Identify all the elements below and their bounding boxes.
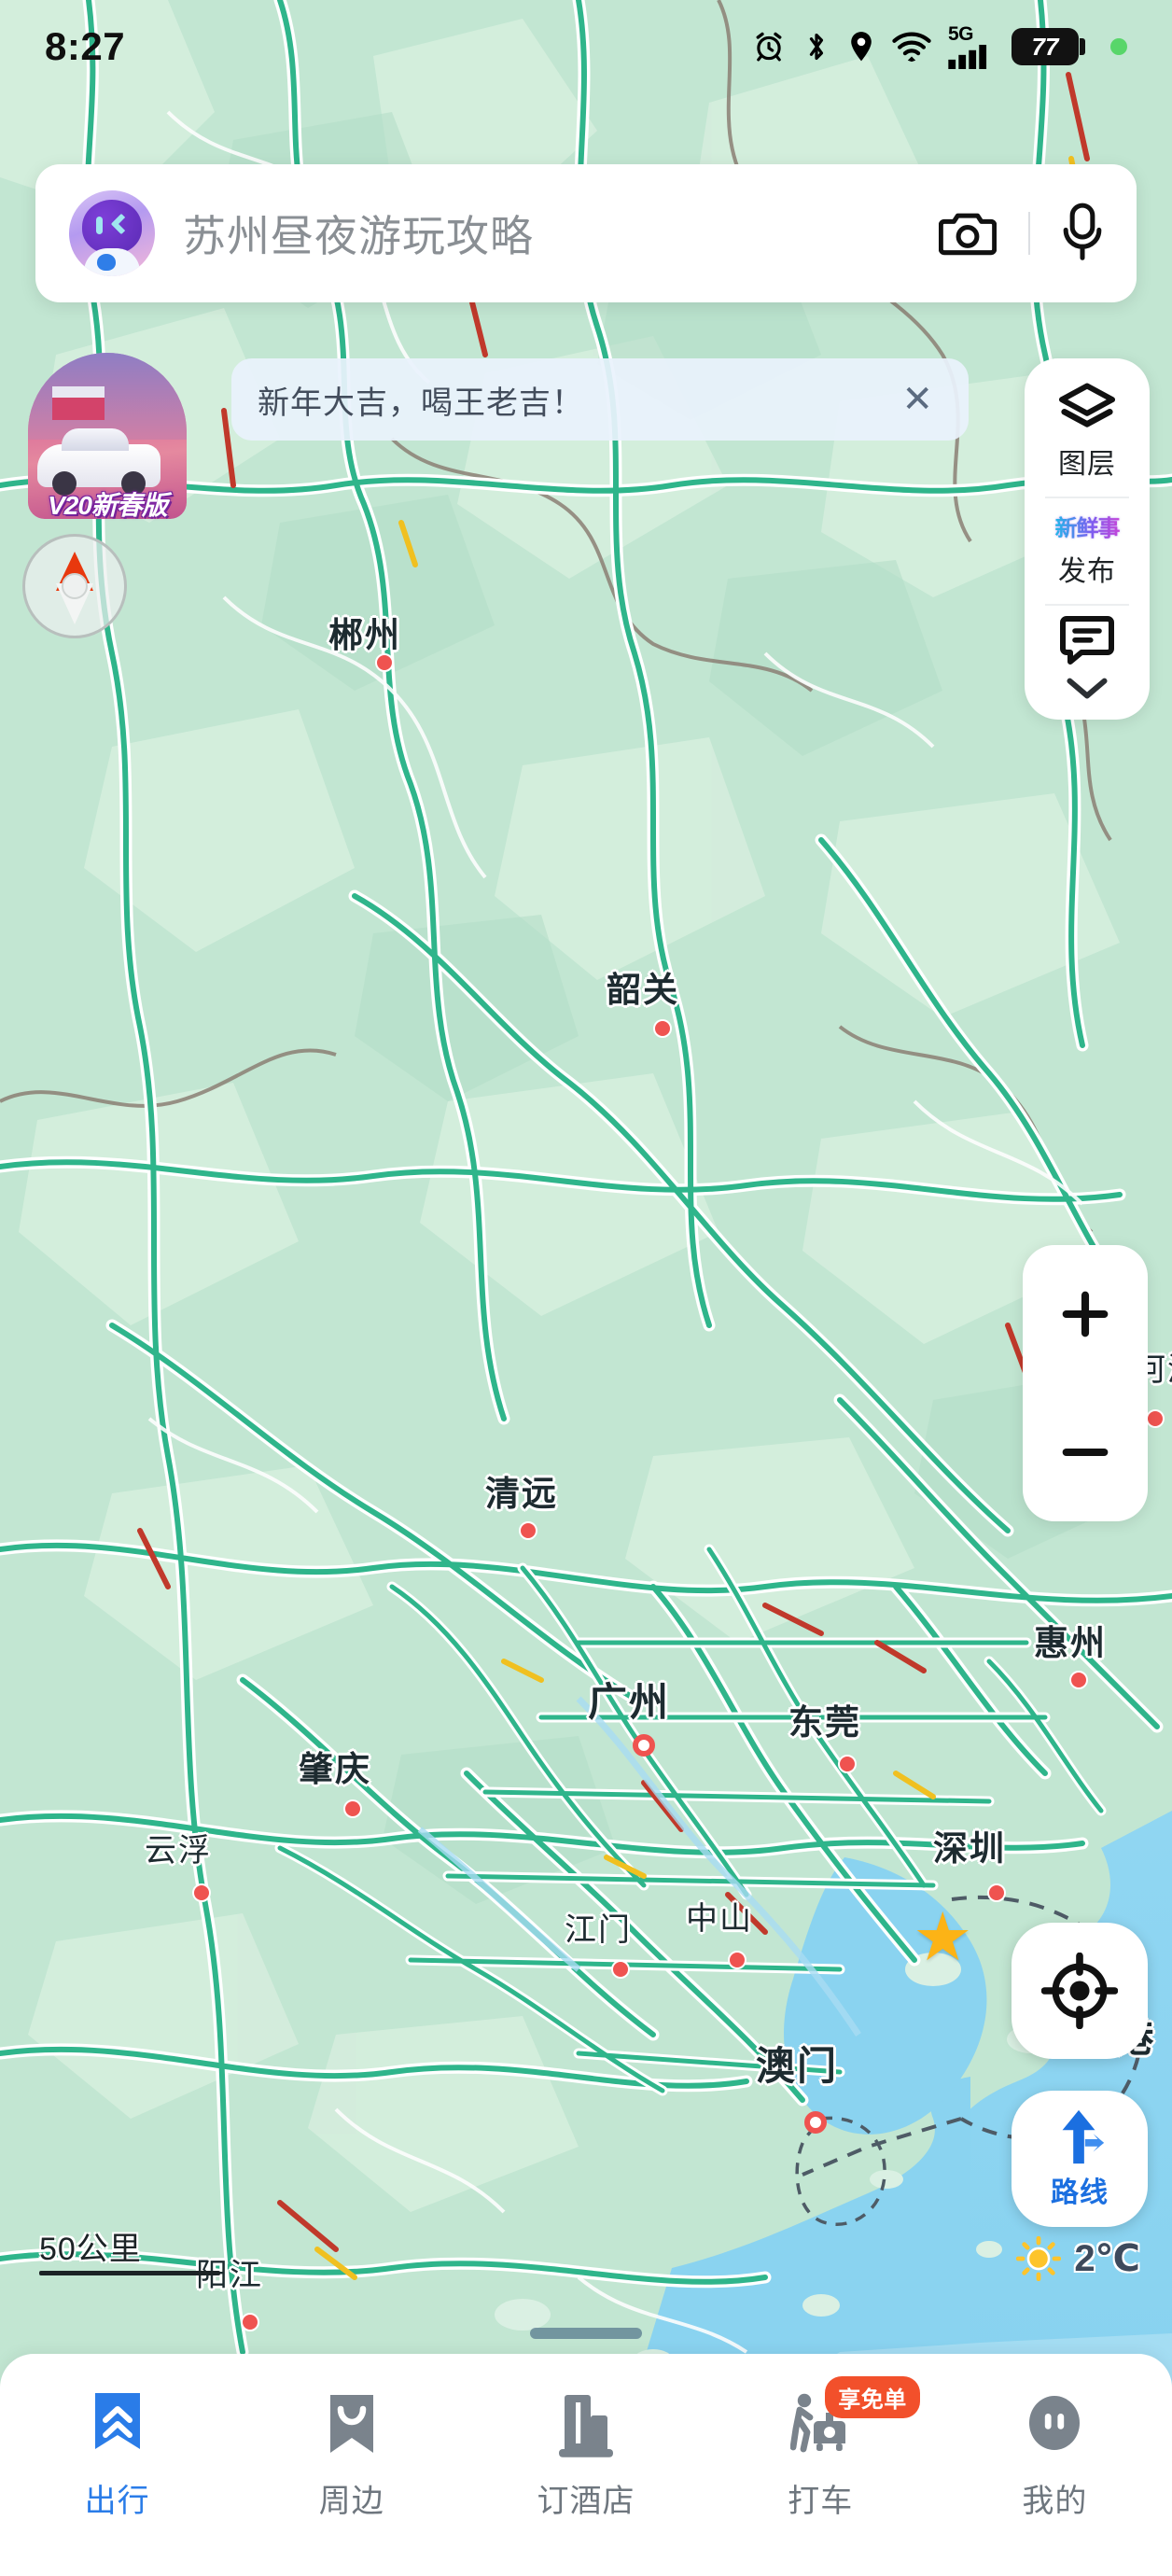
route-button[interactable]: 路线	[1012, 2091, 1148, 2227]
car-promo-vehicle	[37, 428, 160, 496]
map-label-city[interactable]: 广州	[588, 1671, 670, 1728]
taxi-promo-badge: 享免单	[825, 2376, 920, 2418]
map-label-city[interactable]: 云浮	[145, 1825, 212, 1870]
fresh-news-badge: 新鲜事	[1055, 508, 1121, 542]
map-label-city[interactable]: 中山	[686, 1893, 753, 1939]
tool-layers-label: 图层	[1058, 449, 1116, 480]
avatar-face	[82, 200, 142, 254]
nav-item-hotel[interactable]: 订酒店	[468, 2387, 703, 2521]
map-tool-panel: 图层 新鲜事 发布	[1025, 358, 1150, 720]
car-promo-badge[interactable]: V20新春版	[28, 353, 187, 520]
nav-label-profile: 我的	[1022, 2484, 1088, 2519]
nav-item-taxi[interactable]: 享免单 打车	[704, 2376, 938, 2521]
nav-item-travel[interactable]: 出行	[0, 2387, 234, 2521]
nav-item-nearby[interactable]: 周边	[234, 2387, 468, 2521]
map-label-city[interactable]: 韶关	[607, 961, 679, 1012]
weather-indicator[interactable]: 2℃	[1016, 2236, 1140, 2281]
map-city-dot[interactable]	[1069, 1671, 1088, 1689]
map-city-dot[interactable]	[343, 1799, 362, 1818]
search-bar-divider	[1028, 212, 1030, 255]
bookmark-icon	[325, 2387, 379, 2464]
map-label-city[interactable]: 惠州	[1034, 1615, 1107, 1665]
map-city-dot[interactable]	[375, 653, 394, 672]
scale-bar-line	[39, 2271, 220, 2275]
map-label-city[interactable]: 郴州	[328, 607, 401, 657]
compass-control[interactable]	[22, 534, 127, 638]
search-bar[interactable]: 苏州昼夜游玩攻略	[35, 164, 1137, 302]
scale-bar-label: 50公里	[39, 2232, 142, 2267]
tool-separator-2	[1045, 604, 1129, 606]
home-indicator	[530, 2328, 642, 2339]
map-scale-bar: 50公里	[39, 2223, 220, 2275]
hotel-building-icon	[557, 2387, 615, 2464]
zoom-out-button[interactable]	[1023, 1383, 1148, 1521]
tool-layers[interactable]: 图层	[1025, 379, 1150, 491]
map-label-city[interactable]: 东莞	[788, 1694, 861, 1744]
route-button-label: 路线	[1051, 2177, 1109, 2208]
nav-label-taxi: 打车	[788, 2484, 854, 2519]
car-promo-version-tag: V20新春版	[48, 491, 168, 520]
locate-me-button[interactable]	[1012, 1923, 1148, 2059]
nav-item-profile[interactable]: 我的	[938, 2387, 1172, 2521]
map-label-city[interactable]: 清远	[485, 1465, 558, 1516]
tool-message[interactable]	[1025, 611, 1150, 675]
map-label-city[interactable]: 肇庆	[299, 1741, 371, 1791]
map-city-dot[interactable]	[838, 1755, 857, 1773]
bottom-navigation-bar: 出行 周边 订酒店 享免单 打车 我的	[0, 2354, 1172, 2576]
avatar-eye-left	[96, 217, 103, 234]
car-promo-house	[52, 386, 105, 420]
map-city-dot[interactable]	[1146, 1409, 1165, 1428]
map-city-dot[interactable]	[728, 1951, 746, 1969]
assistant-robot-avatar[interactable]	[69, 190, 155, 276]
map-city-dot[interactable]	[611, 1960, 630, 1979]
map-label-city[interactable]: 深圳	[933, 1820, 1006, 1870]
nav-label-travel: 出行	[84, 2484, 150, 2519]
map-city-dot[interactable]	[633, 1734, 655, 1757]
nav-label-nearby: 周边	[318, 2484, 384, 2519]
sun-icon	[1016, 2236, 1062, 2281]
minus-icon	[1062, 1448, 1109, 1457]
search-input-placeholder[interactable]: 苏州昼夜游玩攻略	[183, 203, 939, 264]
map-city-dot[interactable]	[519, 1521, 537, 1540]
route-arrow-icon	[1062, 2109, 1105, 2164]
message-icon	[1060, 616, 1114, 665]
saved-place-star-marker[interactable]: ★	[913, 1904, 973, 1971]
map-label-city[interactable]: 澳门	[756, 2035, 838, 2092]
crosshair-locate-icon	[1041, 1953, 1118, 2029]
layers-icon	[1058, 383, 1116, 427]
chevron-down-icon[interactable]	[1025, 675, 1150, 714]
avatar-paw-icon	[97, 254, 116, 271]
promo-banner[interactable]: 新年大吉，喝王老吉！ ✕	[231, 358, 969, 441]
tool-publish[interactable]: 新鲜事 发布	[1025, 504, 1150, 598]
tool-separator-1	[1045, 497, 1129, 498]
map-app-screen: 郴州韶关清远惠州广州东莞肇庆深圳云浮江门中山澳门香港河源阳江 ★ 8:27	[0, 0, 1172, 2576]
plus-icon	[1062, 1291, 1109, 1337]
zoom-control	[1023, 1245, 1148, 1521]
weather-temperature: 2℃	[1074, 2238, 1140, 2279]
map-city-dot[interactable]	[192, 1883, 211, 1902]
profile-face-icon	[1026, 2387, 1083, 2464]
map-city-dot[interactable]	[804, 2111, 827, 2134]
map-city-dot[interactable]	[987, 1883, 1006, 1902]
camera-icon[interactable]	[938, 205, 998, 262]
compass-hub	[62, 573, 88, 599]
map-city-dot[interactable]	[241, 2313, 259, 2331]
chevrons-up-icon	[90, 2387, 146, 2464]
nav-label-hotel: 订酒店	[537, 2484, 635, 2519]
promo-banner-text: 新年大吉，喝王老吉！	[258, 385, 584, 421]
tool-publish-label: 发布	[1058, 556, 1116, 587]
microphone-icon[interactable]	[1062, 203, 1103, 265]
zoom-in-button[interactable]	[1023, 1245, 1148, 1383]
map-label-city[interactable]: 江门	[565, 1904, 632, 1950]
map-city-dot[interactable]	[653, 1019, 672, 1038]
close-icon[interactable]: ✕	[892, 381, 942, 418]
